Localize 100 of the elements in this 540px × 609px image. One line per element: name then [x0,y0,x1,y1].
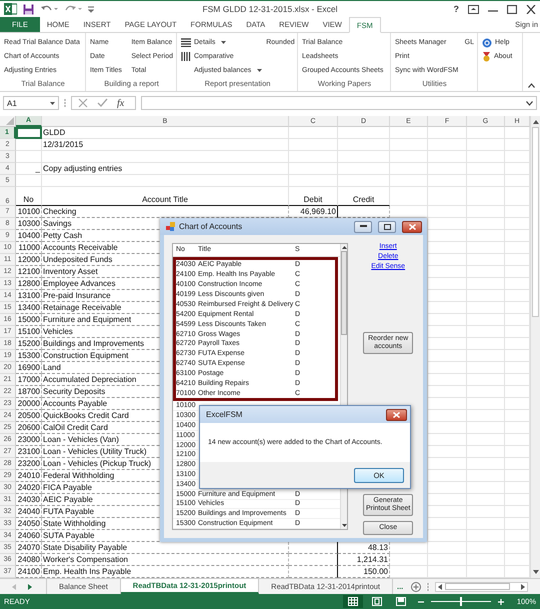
scroll-right-icon[interactable] [521,584,526,590]
table-cell [467,350,505,362]
table-cell: Debit [289,187,338,206]
scroll-down-icon[interactable] [532,570,538,574]
ribbon-display-icon[interactable] [468,4,479,14]
close-icon[interactable] [526,4,536,14]
table-cell [428,422,467,434]
maximize-button[interactable] [378,220,396,232]
save-icon[interactable] [23,4,34,14]
table-cell [289,139,338,151]
table-cell [428,506,467,518]
horizontal-scrollbar[interactable] [435,582,528,592]
name-box[interactable]: A1 [3,96,59,110]
app-icon [4,3,17,15]
customize-icon[interactable] [88,5,94,13]
table-cell: Copy adjusting entries [42,163,289,175]
help-icon [482,38,492,48]
table-cell: 24070 [16,542,42,554]
table-cell: 12100 [16,266,42,278]
table-cell: 12/31/2015 [42,139,289,151]
table-cell: 13400 [16,302,42,314]
table-cell [428,242,467,254]
table-cell [289,554,338,566]
table-cell: _ [16,163,42,175]
table-cell [467,314,505,326]
table-cell [428,206,467,218]
close-button[interactable] [402,220,422,232]
table-cell [428,326,467,338]
table-cell [390,187,428,206]
table-cell: 23100 [16,446,42,458]
table-cell [16,151,42,163]
table-cell [428,362,467,374]
table-cell: 13100 [16,290,42,302]
table-cell [467,290,505,302]
table-cell: 24010 [16,470,42,482]
table-cell: 11000 [16,242,42,254]
table-cell: 15200 [16,338,42,350]
close-button[interactable] [386,408,407,420]
vertical-scrollbar[interactable] [530,116,540,578]
table-cell [467,434,505,446]
table-cell [428,482,467,494]
table-cell [467,127,505,139]
zoom-slider-thumb[interactable] [460,597,462,606]
table-cell [428,374,467,386]
zoom-out-icon[interactable] [418,598,424,604]
table-cell [467,242,505,254]
check-icon[interactable] [97,98,108,108]
minimize-button[interactable] [354,220,372,232]
table-cell: 24020 [16,482,42,494]
table-cell [428,554,467,566]
table-cell [428,127,467,139]
table-cell [428,338,467,350]
next-sheet-icon[interactable] [28,584,32,590]
table-cell [338,163,390,175]
table-cell: 23200 [16,458,42,470]
insert-function-button[interactable]: fx [117,98,124,108]
table-cell [467,187,505,206]
table-cell [338,151,390,163]
table-cell: 24050 [16,518,42,530]
table-cell [428,410,467,422]
table-cell [428,470,467,482]
scroll-left-icon[interactable] [438,584,442,590]
help-button[interactable]: ? [454,4,459,14]
table-cell [467,494,505,506]
table-cell [467,398,505,410]
normal-view-button[interactable] [342,595,363,608]
maximize-icon[interactable] [507,4,517,14]
message-box-title: ExcelFSM [206,410,242,419]
table-cell [467,362,505,374]
table-cell [428,542,467,554]
table-cell [467,163,505,175]
table-cell [390,127,428,139]
table-cell [467,278,505,290]
table-cell: Account Title [42,187,289,206]
caret-icon[interactable] [50,102,55,104]
table-cell [467,554,505,566]
table-cell: 17000 [16,374,42,386]
table-cell [338,175,390,187]
scroll-up-icon[interactable] [342,246,347,249]
formula-input[interactable] [141,96,537,110]
minimize-icon[interactable] [360,225,366,228]
expand-icon[interactable] [526,100,533,106]
zoom-in-icon[interactable] [498,598,504,604]
table-cell [16,127,42,139]
maximize-icon[interactable] [384,224,390,230]
scroll-up-icon[interactable] [532,120,538,124]
table-cell: No [16,187,42,206]
table-cell [428,530,467,542]
table-cell: 24080 [16,554,42,566]
table-cell: 20000 [16,398,42,410]
table-cell: 10300 [16,218,42,230]
new-sheet-icon[interactable] [411,582,422,592]
collapse-ribbon-icon[interactable] [528,83,535,88]
scroll-down-icon[interactable] [342,524,347,527]
table-cell [428,139,467,151]
table-cell [428,218,467,230]
window-title: FSM GLDD 12-31-2015.xlsx - Excel [201,4,339,14]
table-cell: 15100 [16,326,42,338]
table-cell [428,278,467,290]
table-cell: 20600 [16,422,42,434]
